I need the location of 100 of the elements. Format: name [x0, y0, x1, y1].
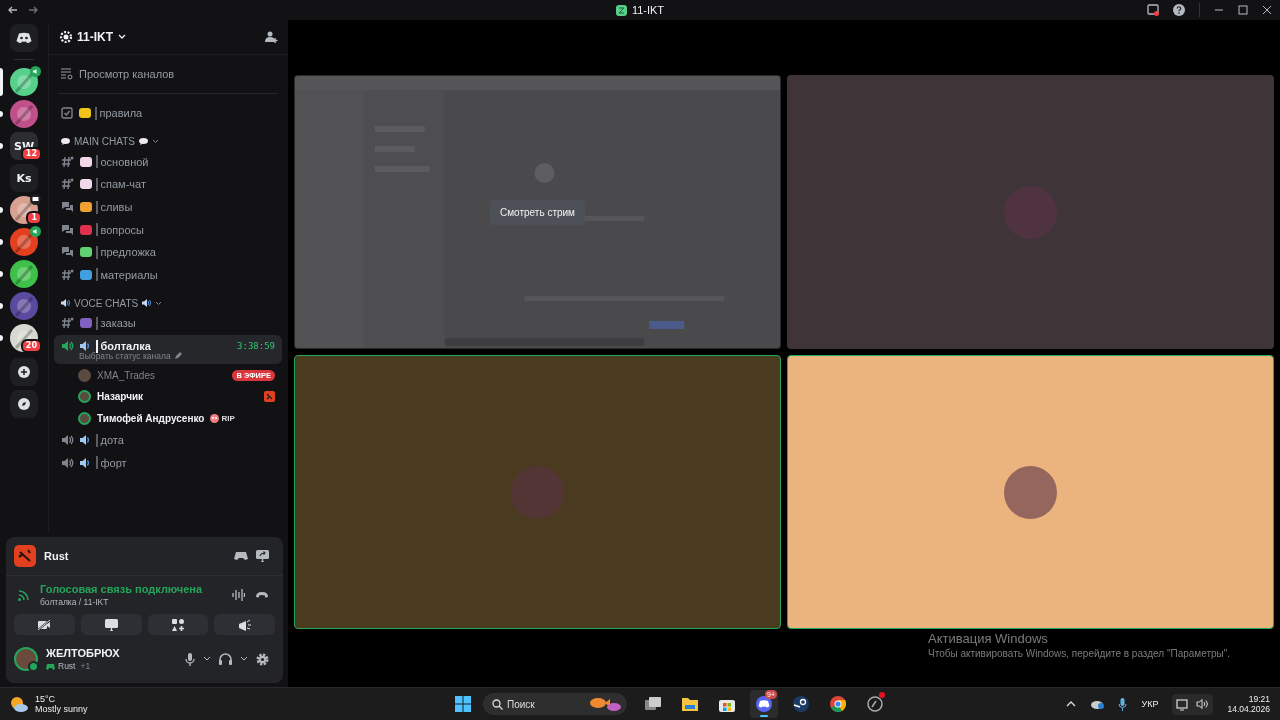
server-header[interactable]: 11-IKT [49, 20, 288, 55]
start-icon[interactable] [455, 696, 471, 712]
steam-icon [793, 696, 809, 712]
channel-name: форт [100, 456, 127, 469]
add-member-icon[interactable] [265, 31, 278, 43]
channel-item[interactable]: дота [54, 428, 282, 452]
channel-item[interactable]: материалы [54, 263, 282, 287]
chevron-icon[interactable] [203, 656, 211, 662]
channel-item[interactable]: заказы [54, 312, 282, 335]
discover-button[interactable] [10, 390, 38, 418]
forum-icon [61, 201, 74, 214]
user-avatar[interactable] [14, 647, 38, 671]
fish-drawing [588, 696, 622, 712]
server-icon[interactable]: Ks [10, 164, 38, 192]
channel-item[interactable]: основной [54, 150, 282, 174]
camera-off-button[interactable] [14, 614, 75, 635]
back-icon[interactable] [8, 5, 18, 15]
channel-item[interactable]: предложка [54, 240, 282, 264]
chevron-up-icon[interactable] [1066, 701, 1077, 707]
noise-suppression-icon[interactable] [232, 589, 245, 601]
speaker-icon [61, 456, 74, 469]
search-field[interactable]: Поиск [483, 693, 627, 715]
watch-stream-button[interactable]: Смотреть стрим [490, 199, 585, 225]
chevron-icon [118, 34, 126, 40]
server-icon[interactable] [10, 260, 38, 288]
language-indicator[interactable]: УКР [1141, 699, 1159, 709]
voice-member[interactable]: Назарчик [54, 385, 282, 408]
forward-icon[interactable] [28, 5, 38, 15]
time: 19:21 [1248, 694, 1270, 704]
channel-name: дота [100, 434, 124, 447]
channel-item[interactable]: спам-чат [54, 173, 282, 196]
category-name: MAIN CHATS [74, 136, 135, 148]
microphone-icon[interactable] [185, 652, 195, 666]
weather-widget[interactable]: 15°C Mostly sunny [10, 694, 88, 714]
server-icon[interactable] [10, 100, 38, 128]
channel-item[interactable]: сливы [54, 195, 282, 219]
controller-logo-icon [756, 696, 772, 712]
settings-icon[interactable] [256, 652, 269, 666]
cloud-icon[interactable] [1090, 699, 1105, 709]
chevron-icon[interactable] [240, 656, 248, 662]
app-icon [867, 696, 883, 712]
channel-category[interactable]: VOCE CHATS [54, 294, 282, 313]
speaker-icon [61, 299, 70, 308]
headphones-icon[interactable] [219, 653, 232, 665]
channel-item[interactable]: вопросы [54, 218, 282, 241]
controller-icon [46, 662, 55, 670]
forum-icon [61, 246, 74, 259]
monitor-icon [1176, 697, 1191, 711]
gear-icon [60, 31, 72, 43]
controller-icon[interactable] [234, 550, 248, 562]
forum-icon [61, 223, 74, 236]
video-tile[interactable] [294, 355, 781, 629]
video-tile[interactable] [787, 75, 1274, 349]
speaker-icon [30, 66, 41, 77]
plus-icon [18, 366, 30, 378]
disconnect-icon[interactable] [255, 591, 269, 599]
clock[interactable]: 19:21 14.04.2026 [1227, 694, 1270, 714]
inbox-icon[interactable] [1147, 4, 1159, 16]
pencil-icon [173, 352, 182, 361]
maximize-icon[interactable] [1238, 5, 1248, 15]
voice-member[interactable]: Тимофей Андрусенко RIP [54, 407, 282, 429]
mention-badge: 20 [20, 339, 42, 353]
channel-name: сливы [100, 201, 133, 214]
speaker-icon [30, 226, 41, 237]
microphone-icon[interactable] [1118, 697, 1128, 711]
browse-channels[interactable]: Просмотр каналов [54, 62, 282, 86]
home-button[interactable] [10, 24, 38, 52]
channel-item[interactable]: правила [54, 102, 282, 125]
channel-category[interactable]: MAIN CHATS [54, 132, 282, 151]
status-text: Выбрать статус канала [79, 351, 171, 362]
server-icon[interactable] [10, 68, 38, 96]
hashtag-icon [61, 268, 74, 281]
search-icon [492, 698, 503, 710]
add-server-button[interactable] [10, 358, 38, 386]
channel-name: предложка [100, 246, 156, 259]
screen-share-icon[interactable] [256, 550, 269, 562]
video-tile[interactable] [787, 355, 1274, 629]
channel-status[interactable]: Выбрать статус канала [61, 351, 275, 362]
activities-button[interactable] [147, 614, 209, 635]
help-icon[interactable] [1173, 4, 1185, 16]
folder-icon [682, 697, 698, 711]
connection-status[interactable]: Голосовая связь подключена [40, 583, 203, 595]
member-name: Тимофей Андрусенко [97, 412, 205, 424]
screen-share-button[interactable] [80, 614, 142, 635]
connected-channel[interactable]: болталка / 11-IKT [40, 597, 203, 607]
server-icon[interactable] [10, 228, 38, 256]
alert-dot [879, 692, 885, 698]
stream-tile[interactable]: Смотреть стрим [294, 75, 781, 349]
activity-count: +1 [80, 661, 91, 671]
speaker-icon [142, 299, 152, 308]
network-volume-button[interactable] [1172, 693, 1214, 715]
channel-name: спам-чат [100, 178, 146, 191]
channel-item[interactable]: форт [54, 451, 282, 475]
controller-logo-icon [16, 32, 32, 44]
channel-name: основной [100, 155, 149, 168]
close-icon[interactable] [1262, 5, 1272, 15]
active-channel[interactable]: болталка 3:38:59 Выбрать статус канала [54, 334, 282, 365]
soundboard-button[interactable] [214, 614, 275, 635]
activity-name: Rust [44, 550, 69, 562]
monitor-icon [104, 618, 118, 631]
